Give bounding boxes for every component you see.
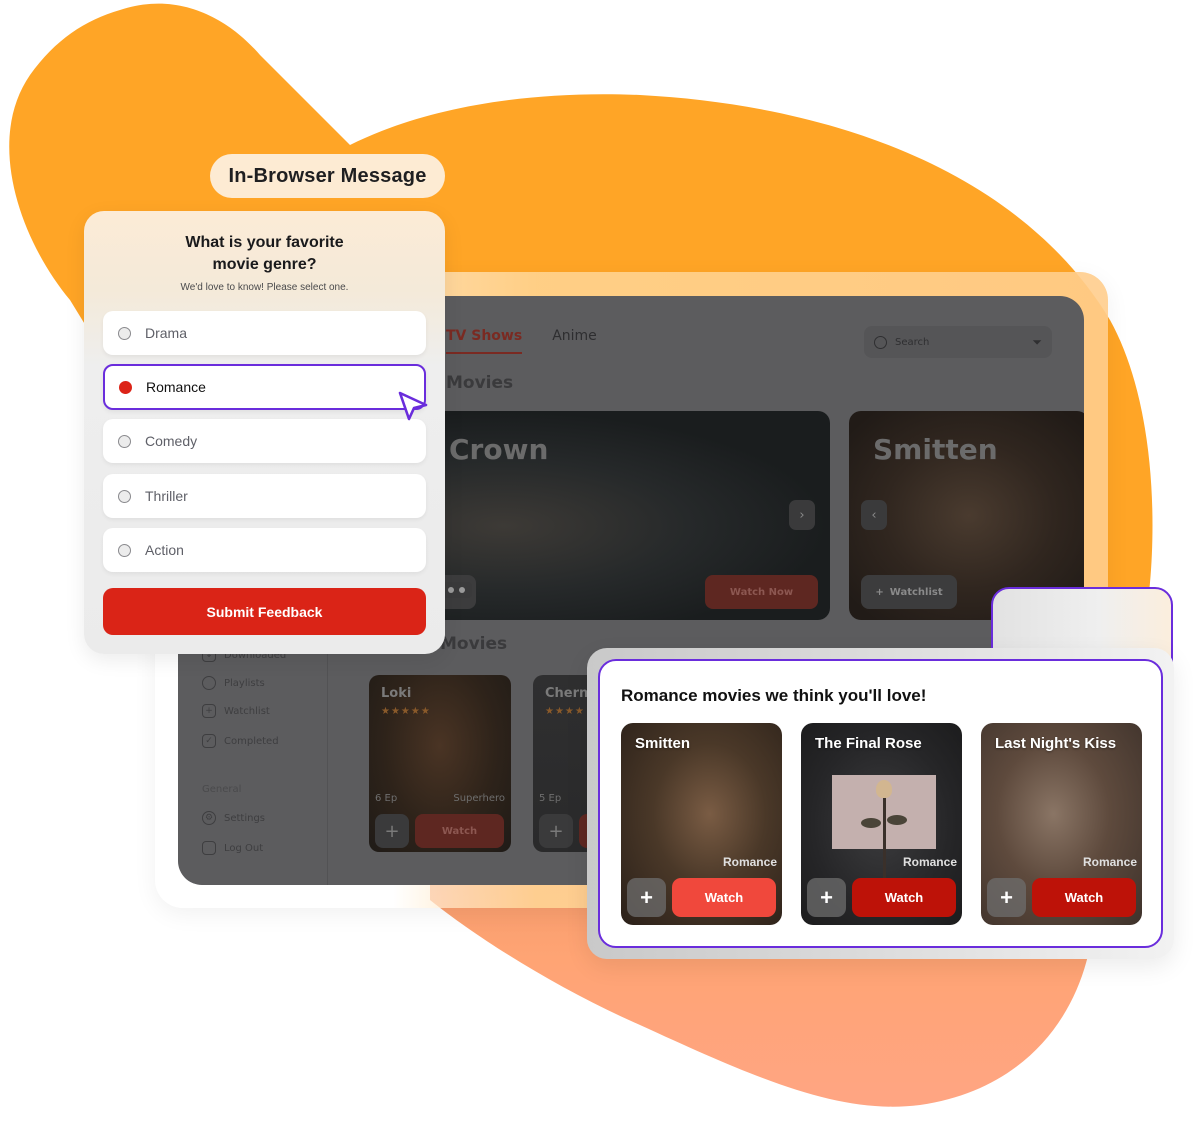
episode-count: 5 Ep [539,793,562,804]
poster-card-loki[interactable]: Loki ★★★★★ 6 Ep Superhero + Watch [369,675,511,852]
survey-subtitle: We'd love to know! Please select one. [180,282,349,293]
filter-icon[interactable]: ⏷ [1032,335,1042,350]
content-card-last-nights-kiss[interactable]: Last Night's Kiss Romance + Watch [981,723,1142,925]
rose-flower [876,780,892,798]
survey-title: What is your favorite movie genre? [185,234,344,273]
poster-title: Loki [381,686,412,701]
card-genre: Romance [902,855,957,869]
content-card-the-final-rose[interactable]: The Final Rose Romance + Watch [801,723,962,925]
content-cards-panel: Romance movies we think you'll love! Smi… [598,659,1163,948]
in-browser-message-label: In-Browser Message [210,154,445,198]
hero-title: Crown [449,433,549,466]
watch-button[interactable]: Watch [1032,878,1136,917]
carousel-dot[interactable] [459,587,465,593]
rose-leaf [861,818,881,828]
check-square-icon: ✓ [202,734,216,748]
option-comedy[interactable]: Comedy [103,419,426,463]
gear-icon: ⚙ [202,811,216,825]
episode-count: 6 Ep [375,793,398,804]
plus-square-icon: + [202,704,216,718]
radio-button[interactable] [118,489,131,503]
section-heading-movies: Movies [446,373,514,393]
option-thriller[interactable]: Thriller [103,474,426,518]
watch-now-button[interactable]: Watch Now [705,575,818,609]
add-to-list-button[interactable]: + [627,878,666,917]
survey-modal: What is your favorite movie genre? We'd … [84,211,445,654]
plus-icon: + [875,586,884,598]
heart-icon [202,676,216,690]
sidebar-item-settings[interactable]: ⚙ Settings [202,811,265,825]
watch-button[interactable]: Watch [852,878,956,917]
sidebar-item-completed[interactable]: ✓ Completed [202,734,279,748]
card-genre: Romance [722,855,777,869]
sidebar-item-logout[interactable]: Log Out [202,841,263,855]
option-action[interactable]: Action [103,528,426,572]
sidebar-section-general: General [202,784,242,795]
star-rating: ★★★★★ [381,706,431,717]
sidebar-item-playlists[interactable]: Playlists [202,676,265,690]
logout-icon [202,841,216,855]
option-drama[interactable]: Drama [103,311,426,355]
tab-anime[interactable]: Anime [552,328,597,354]
option-romance[interactable]: Romance [103,364,426,410]
add-button[interactable]: + [375,814,409,848]
section-heading-movies-2: Movies [440,634,508,654]
search-icon [874,335,887,349]
content-cards-title: Romance movies we think you'll love! [621,686,927,705]
prev-arrow-button[interactable]: ‹ [861,500,887,530]
add-to-list-button[interactable]: + [987,878,1026,917]
radio-button[interactable] [118,543,131,557]
card-title: Last Night's Kiss [995,735,1117,752]
search-input[interactable]: Search ⏷ [864,326,1052,358]
sidebar-item-watchlist[interactable]: + Watchlist [202,704,270,718]
rose-leaf [887,815,907,825]
radio-button[interactable] [118,434,131,448]
genre-label: Superhero [453,793,505,804]
next-arrow-button[interactable]: › [789,500,815,530]
mouse-pointer-icon [398,391,428,421]
radio-button-selected[interactable] [119,380,132,394]
hero-title: Smitten [873,433,998,466]
add-to-list-button[interactable]: + [807,878,846,917]
watchlist-button[interactable]: + Watchlist [861,575,957,609]
add-button[interactable]: + [539,814,573,848]
card-genre: Romance [1082,855,1137,869]
carousel-dot[interactable] [448,587,454,593]
submit-feedback-button[interactable]: Submit Feedback [103,588,426,635]
watch-button[interactable]: Watch [415,814,504,848]
content-card-smitten[interactable]: Smitten Romance + Watch [621,723,782,925]
star-rating: ★★★★ [545,706,585,717]
watch-button[interactable]: Watch [672,878,776,917]
card-title: The Final Rose [815,735,922,752]
rose-stem [883,783,886,893]
category-tabs: TV Shows Anime [446,328,597,354]
tab-tv-shows[interactable]: TV Shows [446,328,523,354]
radio-button[interactable] [118,326,131,340]
card-title: Smitten [635,735,691,752]
